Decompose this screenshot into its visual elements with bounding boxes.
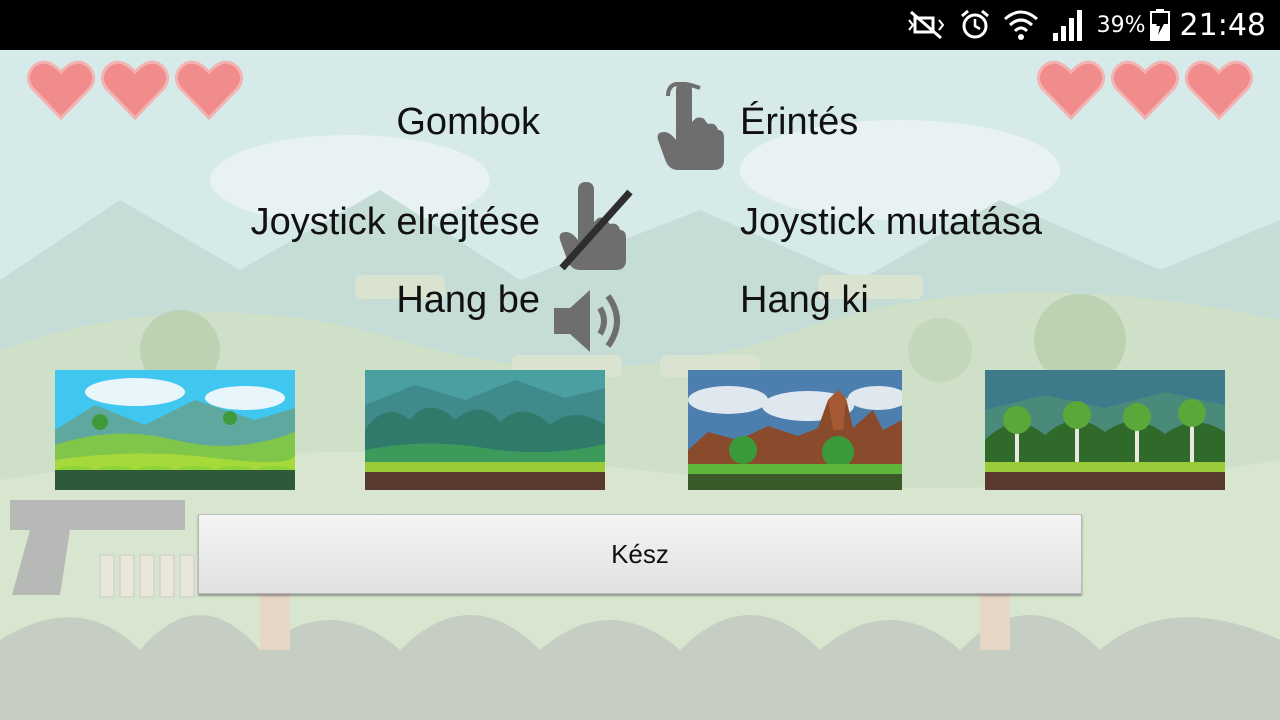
- heart-icon: [174, 58, 244, 127]
- sound-on-option[interactable]: Hang be: [396, 278, 540, 322]
- battery-percent: 39%: [1096, 12, 1146, 38]
- heart-icon: [1184, 58, 1254, 127]
- background-thumb-1[interactable]: [55, 370, 295, 490]
- signal-icon: [1051, 9, 1085, 41]
- controls-touch-option[interactable]: Érintés: [740, 100, 858, 144]
- heart-icon: [100, 58, 170, 127]
- speaker-icon[interactable]: [550, 284, 630, 363]
- background-thumb-2[interactable]: [365, 370, 605, 490]
- clock: 21:48: [1179, 7, 1266, 43]
- done-button[interactable]: Kész: [198, 514, 1082, 594]
- alarm-icon: [959, 9, 991, 41]
- heart-icon: [1110, 58, 1180, 127]
- joystick-hidden-icon[interactable]: [558, 180, 634, 277]
- hide-joystick-option[interactable]: Joystick elrejtése: [251, 200, 540, 244]
- heart-icon: [1036, 58, 1106, 127]
- hearts-left: [26, 58, 244, 127]
- wifi-icon: [1003, 9, 1039, 41]
- battery-icon: [1149, 9, 1170, 41]
- show-joystick-option[interactable]: Joystick mutatása: [740, 200, 1042, 244]
- background-thumb-3[interactable]: [688, 370, 902, 490]
- sound-off-option[interactable]: Hang ki: [740, 278, 869, 322]
- status-bar: 39% 21:48: [0, 0, 1280, 50]
- background-thumb-4[interactable]: [985, 370, 1225, 490]
- heart-icon: [26, 58, 96, 127]
- mute-icon: [907, 10, 947, 40]
- hearts-right: [1036, 58, 1254, 127]
- touch-hand-icon[interactable]: [656, 81, 726, 177]
- controls-buttons-option[interactable]: Gombok: [396, 100, 540, 144]
